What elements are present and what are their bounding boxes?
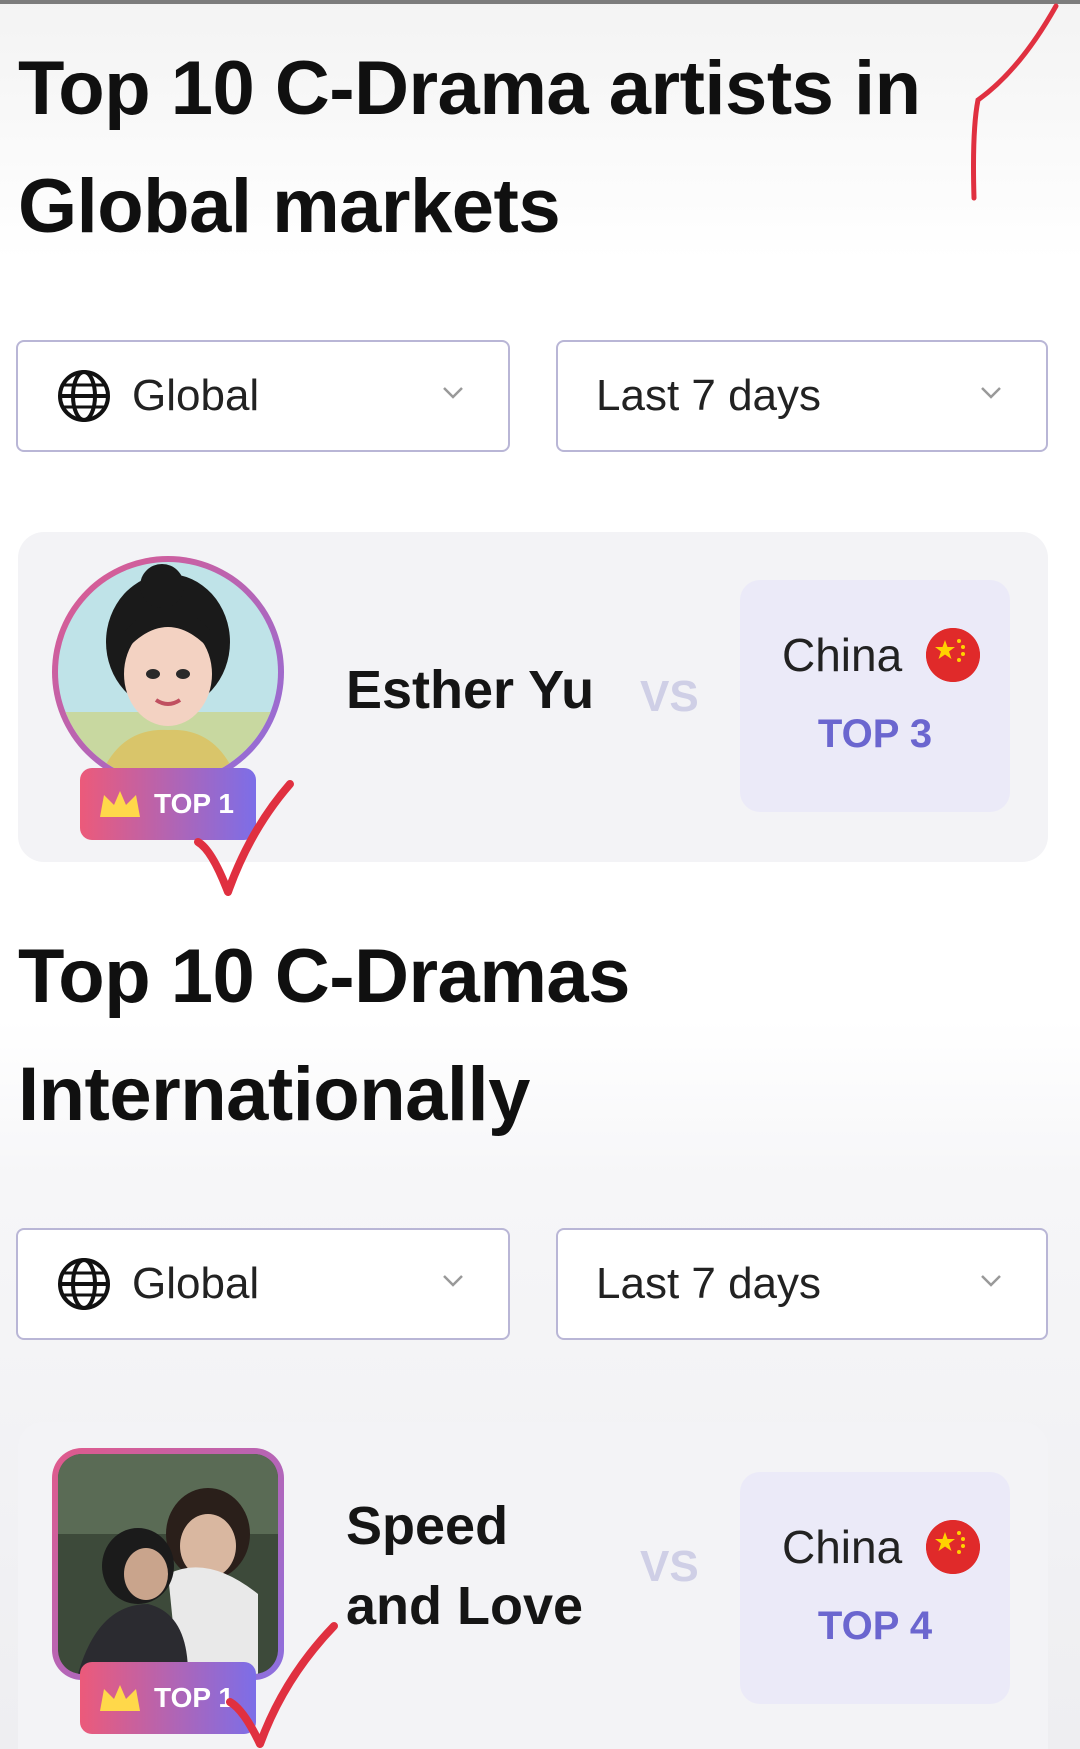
country-name: China bbox=[782, 629, 903, 681]
country-rank-box: China TOP 3 bbox=[740, 580, 1010, 812]
period-select-value: Last 7 days bbox=[596, 1259, 822, 1308]
region-select-value: Global bbox=[132, 371, 260, 420]
vs-label: VS bbox=[640, 1542, 699, 1591]
country-rank: TOP 4 bbox=[817, 1604, 933, 1648]
annotation-check-mark bbox=[194, 780, 294, 896]
portrait-image bbox=[58, 562, 278, 782]
crown-icon bbox=[100, 1685, 140, 1711]
globe-icon bbox=[58, 1258, 110, 1310]
country-rank-box: China TOP 4 bbox=[740, 1472, 1010, 1704]
annotation-check-mark bbox=[226, 1622, 338, 1748]
artist-name: Esther Yu bbox=[346, 660, 595, 720]
artists-section-title: Top 10 C-Drama artists in Global markets bbox=[18, 46, 921, 249]
crown-icon bbox=[100, 791, 140, 817]
period-select-dramas[interactable]: Last 7 days bbox=[556, 1228, 1048, 1340]
region-select-value: Global bbox=[132, 1259, 260, 1308]
chevron-down-icon bbox=[981, 387, 1001, 399]
globe-icon bbox=[58, 370, 110, 422]
china-flag-icon bbox=[926, 1520, 980, 1574]
artist-ranking-card[interactable]: TOP 1 Esther Yu VS China TOP 3 bbox=[18, 532, 1048, 862]
dramas-section-title: Top 10 C-Dramas Internationally bbox=[18, 934, 630, 1137]
china-flag-icon bbox=[926, 628, 980, 682]
region-select-dramas[interactable]: Global bbox=[16, 1228, 510, 1340]
country-rank: TOP 3 bbox=[817, 712, 933, 756]
country-name: China bbox=[782, 1521, 903, 1573]
period-select-value: Last 7 days bbox=[596, 371, 822, 420]
artist-avatar bbox=[52, 556, 284, 788]
drama-name: Speed and Love bbox=[346, 1496, 584, 1636]
region-select-artists[interactable]: Global bbox=[16, 340, 510, 452]
annotation-strike-mark bbox=[971, 3, 1059, 201]
vs-label: VS bbox=[640, 672, 699, 721]
top-divider bbox=[0, 0, 1080, 4]
chevron-down-icon bbox=[443, 387, 463, 399]
drama-ranking-card[interactable]: TOP 1 Speed and Love VS China TOP 4 bbox=[18, 1422, 1048, 1749]
chevron-down-icon bbox=[981, 1275, 1001, 1287]
period-select-artists[interactable]: Last 7 days bbox=[556, 340, 1048, 452]
chevron-down-icon bbox=[443, 1275, 463, 1287]
